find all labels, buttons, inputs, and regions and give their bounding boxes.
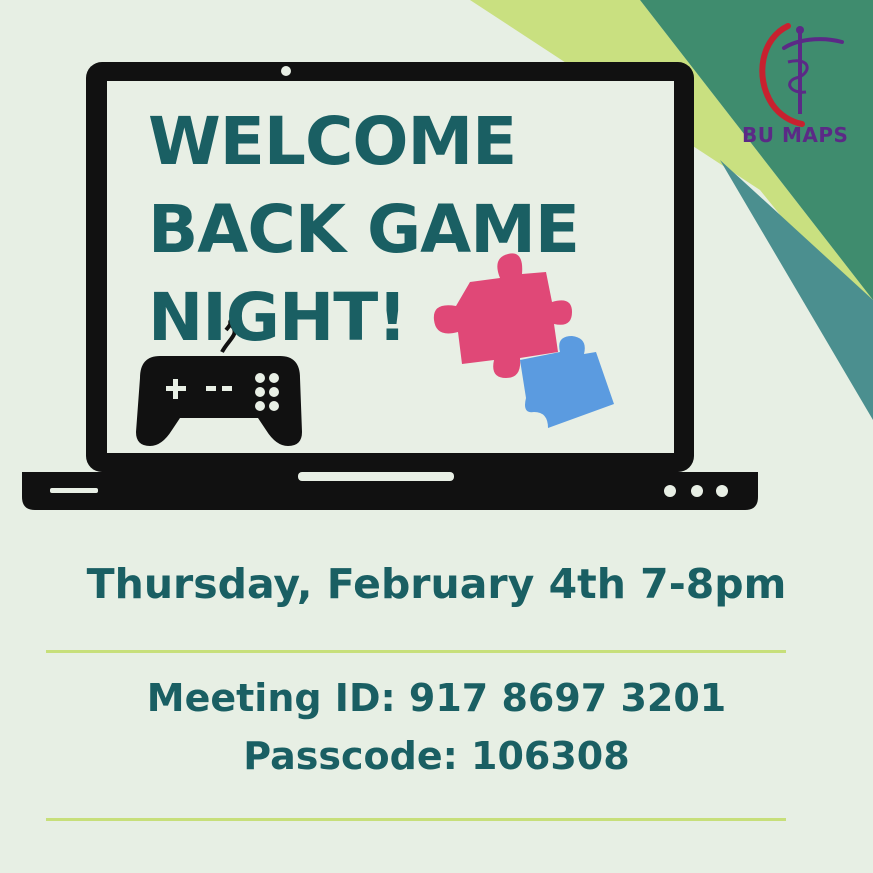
headline-line-1: WELCOME (148, 103, 517, 180)
divider-top (46, 650, 786, 653)
base-light-3 (716, 485, 728, 497)
webcam (281, 66, 291, 76)
passcode: Passcode: 106308 (243, 734, 630, 778)
meeting-id: Meeting ID: 917 8697 3201 (146, 676, 727, 720)
base-light-2 (691, 485, 703, 497)
event-date-time: Thursday, February 4th 7-8pm (86, 560, 787, 608)
headline-line-2: BACK GAME (148, 191, 580, 268)
headline: WELCOME BACK GAME NIGHT! (148, 98, 628, 362)
base-light-1 (664, 485, 676, 497)
divider-bottom (46, 818, 786, 821)
headline-line-3: NIGHT! (148, 279, 407, 356)
base-slot (50, 488, 98, 493)
trackpad-notch (298, 472, 454, 481)
